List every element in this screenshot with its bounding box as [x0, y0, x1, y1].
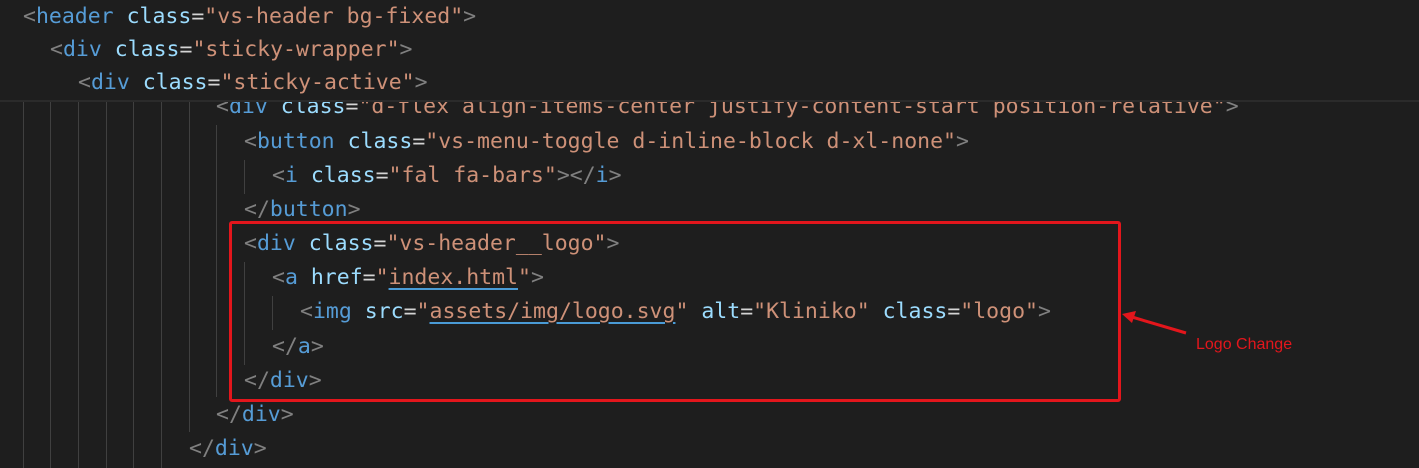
logo-highlight-box [229, 221, 1121, 402]
attr-name: class [310, 163, 376, 188]
indent-guide [244, 160, 245, 194]
closing-tag-name: div [241, 402, 281, 427]
code-line-sticky-wrapper[interactable]: <div class="sticky-wrapper"> [50, 33, 413, 67]
closing-tag-name: i [595, 163, 609, 188]
sticky-scroll-divider [0, 100, 1419, 102]
attr-name: class [114, 37, 180, 62]
tag-name: i [284, 163, 298, 188]
indent-guide [161, 102, 162, 468]
code-line-button[interactable]: <button class="vs-menu-toggle d-inline-b… [244, 125, 969, 159]
indent-guide [78, 102, 79, 468]
tag-name: header [35, 4, 114, 29]
tag-name: div [62, 37, 102, 62]
indent-guide [106, 102, 107, 468]
arrow-icon [1122, 311, 1187, 335]
indent-guide [133, 102, 134, 468]
attr-value: "vs-menu-toggle d-inline-block d-xl-none… [425, 129, 956, 154]
code-line-header[interactable]: <header class="vs-header bg-fixed"> [23, 0, 476, 34]
attr-name: class [347, 129, 413, 154]
indent-guide [23, 102, 24, 468]
tag-name: button [256, 129, 335, 154]
closing-tag-name: button [269, 197, 348, 222]
attr-value: "fal fa-bars" [388, 163, 557, 188]
attr-name: class [126, 4, 192, 29]
indent-guide [216, 125, 217, 397]
tag-name: div [90, 70, 130, 95]
indent-guide [50, 102, 51, 468]
code-line-sticky-active[interactable]: <div class="sticky-active"> [78, 66, 428, 100]
code-line-d-flex-close[interactable]: </div> [216, 398, 294, 432]
indent-guide [189, 102, 190, 432]
attr-name: class [142, 70, 208, 95]
attr-value: "sticky-active" [220, 70, 415, 95]
attr-value: "sticky-wrapper" [192, 37, 400, 62]
closing-tag-name: div [214, 436, 254, 461]
attr-value: "vs-header bg-fixed" [204, 4, 464, 29]
code-editor[interactable]: <header class="vs-header bg-fixed"> <div… [0, 0, 1419, 468]
code-line-icon[interactable]: <i class="fal fa-bars"></i> [272, 159, 622, 193]
annotation-label: Logo Change [1196, 336, 1293, 353]
code-line-div-close[interactable]: </div> [189, 432, 267, 466]
